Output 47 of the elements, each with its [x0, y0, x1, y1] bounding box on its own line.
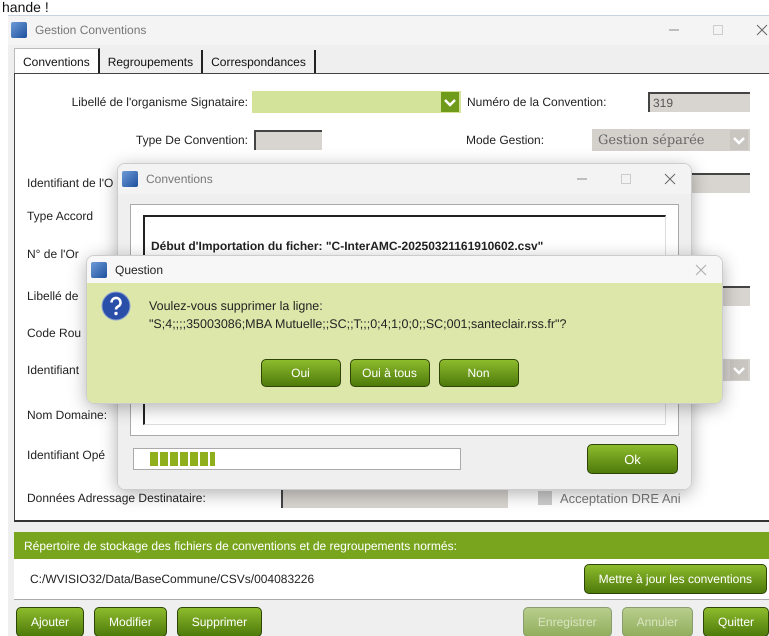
app-icon — [91, 262, 107, 278]
checkbox-label: Acceptation DRE Ani — [560, 490, 681, 506]
cut-off-text: hande ! — [1, 0, 50, 15]
close-icon[interactable] — [755, 23, 769, 38]
answer-button[interactable]: Non — [438, 359, 518, 387]
answer-button[interactable]: Oui à tous — [350, 359, 430, 387]
field-label: Numéro de la Convention: — [467, 95, 608, 110]
dialog-title: Conventions — [146, 172, 213, 186]
mode-gestion-combobox[interactable]: Gestion séparée — [592, 129, 750, 152]
close-icon[interactable] — [663, 172, 677, 186]
field-label: N° de l'Or — [27, 247, 79, 262]
section-header: Répertoire de stockage des fichiers de conventions et de regroupements normés: — [14, 532, 769, 560]
field-label: Type Accord — [27, 209, 94, 224]
app-icon — [122, 171, 138, 187]
action-button[interactable]: Modifier — [94, 607, 167, 636]
numero-field[interactable]: 319 — [648, 92, 750, 112]
question-icon — [101, 291, 131, 321]
close-icon[interactable] — [694, 262, 708, 276]
field-label: Code Rou — [27, 326, 82, 340]
action-button[interactable]: Supprimer — [176, 607, 262, 636]
action-button[interactable]: Ajouter — [16, 607, 84, 636]
dropdown-caret-icon[interactable] — [730, 360, 748, 380]
window-title: Gestion Conventions — [35, 23, 146, 38]
text-field[interactable] — [281, 488, 508, 508]
answer-button[interactable]: Oui — [260, 359, 340, 387]
app-icon — [11, 22, 27, 38]
field-label: Libellé de l'organisme Signataire: — [70, 95, 248, 110]
action-button[interactable]: Quitter — [702, 607, 769, 636]
type-convention-field[interactable] — [254, 130, 322, 150]
field-label: Identifiant — [27, 363, 80, 378]
update-button[interactable]: Mettre à jour les conventions — [584, 564, 767, 594]
folder-path: C:/WVISIO32/Data/BaseCommune/CSVs/004083226 — [30, 572, 314, 586]
question-message: Voulez-vous supprimer la ligne: "S;4;;;;35003086;MBA Mutuelle;;SC;;T;;;0;4;1;0;0;;SC;001;santeclair.rss.fr"? — [149, 298, 566, 333]
signataire-combobox[interactable] — [252, 91, 461, 114]
field-label: Identifiant de l'O — [27, 176, 114, 190]
field-label: Mode Gestion: — [466, 133, 546, 148]
field-label: Données Adressage Destinataire: — [27, 491, 206, 506]
combobox-value: Gestion séparée — [597, 132, 706, 148]
field-label: Libellé de — [27, 289, 78, 304]
field-label: Identifiant Opé — [27, 448, 106, 462]
field-label: Nom Domaine: — [27, 408, 108, 422]
ok-button[interactable]: Ok — [587, 444, 678, 474]
dropdown-caret-icon[interactable] — [730, 130, 748, 150]
field-label: Type De Convention: — [134, 133, 248, 148]
dropdown-caret-icon[interactable] — [441, 92, 459, 112]
checkbox[interactable] — [538, 491, 552, 506]
tab[interactable]: Conventions — [14, 48, 100, 74]
